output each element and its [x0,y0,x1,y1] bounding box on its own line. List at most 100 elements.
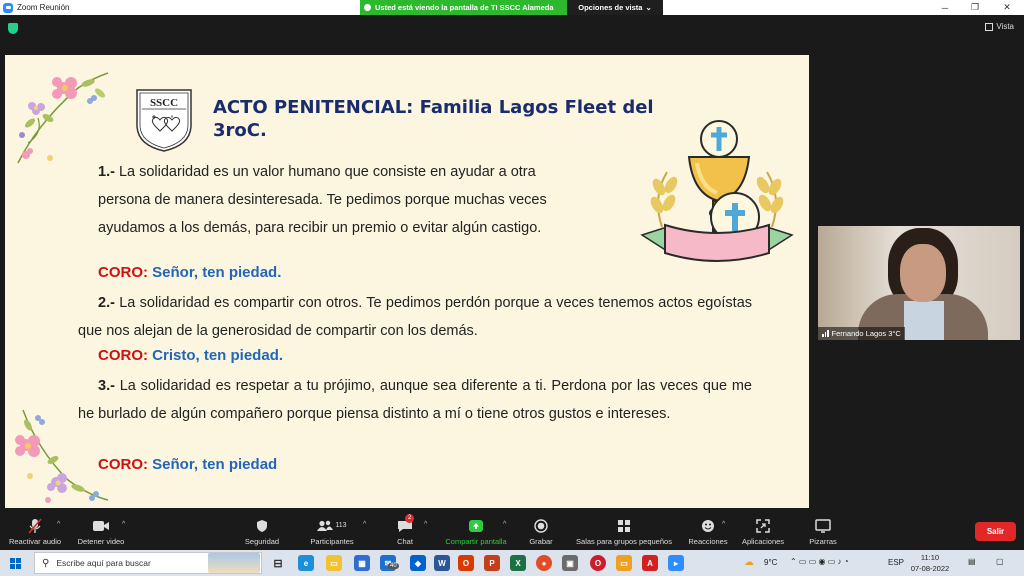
paragraph-3-text: La solidaridad es respetar a tu prójimo,… [78,378,752,422]
breakout-rooms-label: Salas para grupos pequeños [576,537,672,546]
share-screen-icon [468,517,484,534]
apps-label: Aplicaciones [741,537,785,546]
grid-view-icon [985,22,994,31]
security-button[interactable]: Seguridad [242,517,282,546]
window-title: Zoom Reunión [17,3,70,12]
app-icon[interactable]: ▣ [562,555,578,571]
apps-icon [756,517,770,534]
participant-face [900,244,946,302]
paragraph-1-line-3: ayudamos a los demás, para recibir un pr… [98,220,542,236]
office-icon[interactable]: O [458,555,474,571]
search-icon: ⚲ [42,557,50,569]
video-options-chevron-icon[interactable]: ^ [122,521,125,528]
chevron-down-icon: ⌄ [645,3,652,12]
windows-logo-icon [9,557,21,569]
folder-icon[interactable]: ▭ [616,555,632,571]
minimize-button[interactable]: ─ [930,0,960,15]
leave-meeting-button[interactable]: Salir [975,522,1016,541]
powerpoint-icon[interactable]: P [484,555,500,571]
muted-mic-icon [28,517,42,534]
participants-icon: 113 [317,517,347,534]
maximize-button[interactable]: ❐ [960,0,990,15]
view-button[interactable]: Vista [985,22,1014,31]
mail-badge: 40 [388,563,399,569]
chorus-3-text: Señor, ten piedad [152,456,278,473]
apps-button[interactable]: Aplicaciones [740,517,786,546]
paragraph-1-line-2: persona de manera desinteresada. Te pedi… [98,192,547,208]
participant-name-tag: Fernando Lagos 3°C [818,327,905,340]
paragraph-2-text: La solidaridad es compartir con otros. T… [78,295,753,339]
chorus-1-text: Señor, ten piedad. [152,264,282,281]
opera-icon[interactable]: O [590,555,606,571]
zoom-taskbar-icon[interactable]: ▸ [668,555,684,571]
start-button[interactable] [0,550,30,576]
chorus-2-label: CORO: [98,347,148,364]
participant-name: Fernando Lagos 3°C [831,329,901,338]
chorus-3-label: CORO: [98,456,148,473]
slide-title: ACTO PENITENCIAL: Familia Lagos Fleet de… [213,97,654,141]
participant-video[interactable]: Fernando Lagos 3°C [818,226,1020,340]
task-view-icon[interactable]: ⊟ [270,555,286,571]
view-options-button[interactable]: Opciones de vista ⌄ [567,0,663,15]
view-options-label: Opciones de vista [578,3,643,12]
word-icon[interactable]: W [434,555,450,571]
record-button[interactable]: Grabar [526,517,556,546]
logo-text: SSCC [150,97,178,109]
reactions-label: Reacciones [688,537,728,546]
chorus-1-label: CORO: [98,264,148,281]
reactions-options-chevron-icon[interactable]: ^ [722,521,725,528]
excel-icon[interactable]: X [510,555,526,571]
paragraph-3-number: 3.- [98,378,115,394]
clock-time: 11:10 [920,553,940,562]
paragraph-1: 1.- La solidaridad es un valor humano qu… [98,158,638,242]
signal-bars-icon [822,330,829,337]
record-icon [534,517,548,534]
unmute-button[interactable]: Reactivar audio [6,517,64,546]
chalice-host-icon [640,120,794,262]
breakout-rooms-button[interactable]: Salas para grupos pequeños [572,517,676,546]
stop-video-button[interactable]: Detener video [75,517,127,546]
taskbar-clock[interactable]: 11:10 07-08-2022 [900,552,960,574]
notifications-center-icon[interactable]: ▢ [996,557,1004,566]
weather-temp[interactable]: 9°C [764,558,777,567]
file-explorer-icon[interactable]: ▭ [326,555,342,571]
chorus-3: CORO: Señor, ten piedad [98,456,277,473]
share-screen-button[interactable]: Compartir pantalla [440,517,512,546]
participants-options-chevron-icon[interactable]: ^ [363,521,366,528]
tray-icons[interactable]: ⌃ ▭ ▭ ◉ ▭ ♪ ◔ [790,557,849,566]
smiley-icon [701,517,715,534]
whiteboards-button[interactable]: Pizarras [806,517,840,546]
chrome-icon[interactable]: ● [536,555,552,571]
close-window-button[interactable]: ✕ [992,0,1022,15]
meeting-toolbar: Reactivar audio ^ Detener video ^ Seguri… [0,512,1024,550]
blue-app-icon[interactable]: ◆ [410,555,426,571]
windows-taskbar: ⚲ Escribe aquí para buscar ⊟ e ▭ ▦ ✉ 40 … [0,550,1024,576]
audio-options-chevron-icon[interactable]: ^ [57,521,60,528]
weather-icon: ☁ [744,557,754,568]
security-shield-icon[interactable] [8,23,18,34]
video-camera-icon [92,517,110,534]
edge-browser-icon[interactable]: e [298,555,314,571]
shield-icon [256,517,268,534]
flower-decoration-icon [17,72,109,164]
share-options-chevron-icon[interactable]: ^ [503,521,506,528]
share-banner-text: Usted está viendo la pantalla de TI SSCC… [375,3,554,12]
acrobat-icon[interactable]: A [642,555,658,571]
chorus-2: CORO: Cristo, ten piedad. [98,347,283,364]
participants-label: Participantes [310,537,354,546]
participants-button[interactable]: 113 Participantes [308,517,356,546]
stop-video-label: Detener video [77,537,125,546]
chorus-2-text: Cristo, ten piedad. [152,347,284,364]
search-placeholder: Escribe aquí para buscar [56,558,151,568]
paragraph-1-line-1: La solidaridad es un valor humano que co… [118,164,536,180]
chat-options-chevron-icon[interactable]: ^ [424,521,427,528]
share-status-icon [364,4,371,11]
paragraph-2: 2.- La solidaridad es compartir con otro… [78,289,752,345]
participants-count: 113 [335,522,347,529]
paragraph-1-number: 1.- [98,164,115,180]
notification-icon[interactable]: ▤ [968,557,976,566]
paragraph-2-number: 2.- [98,295,115,311]
chat-button[interactable]: 2 Chat [395,514,415,546]
store-icon[interactable]: ▦ [354,555,370,571]
whiteboards-label: Pizarras [809,537,837,546]
